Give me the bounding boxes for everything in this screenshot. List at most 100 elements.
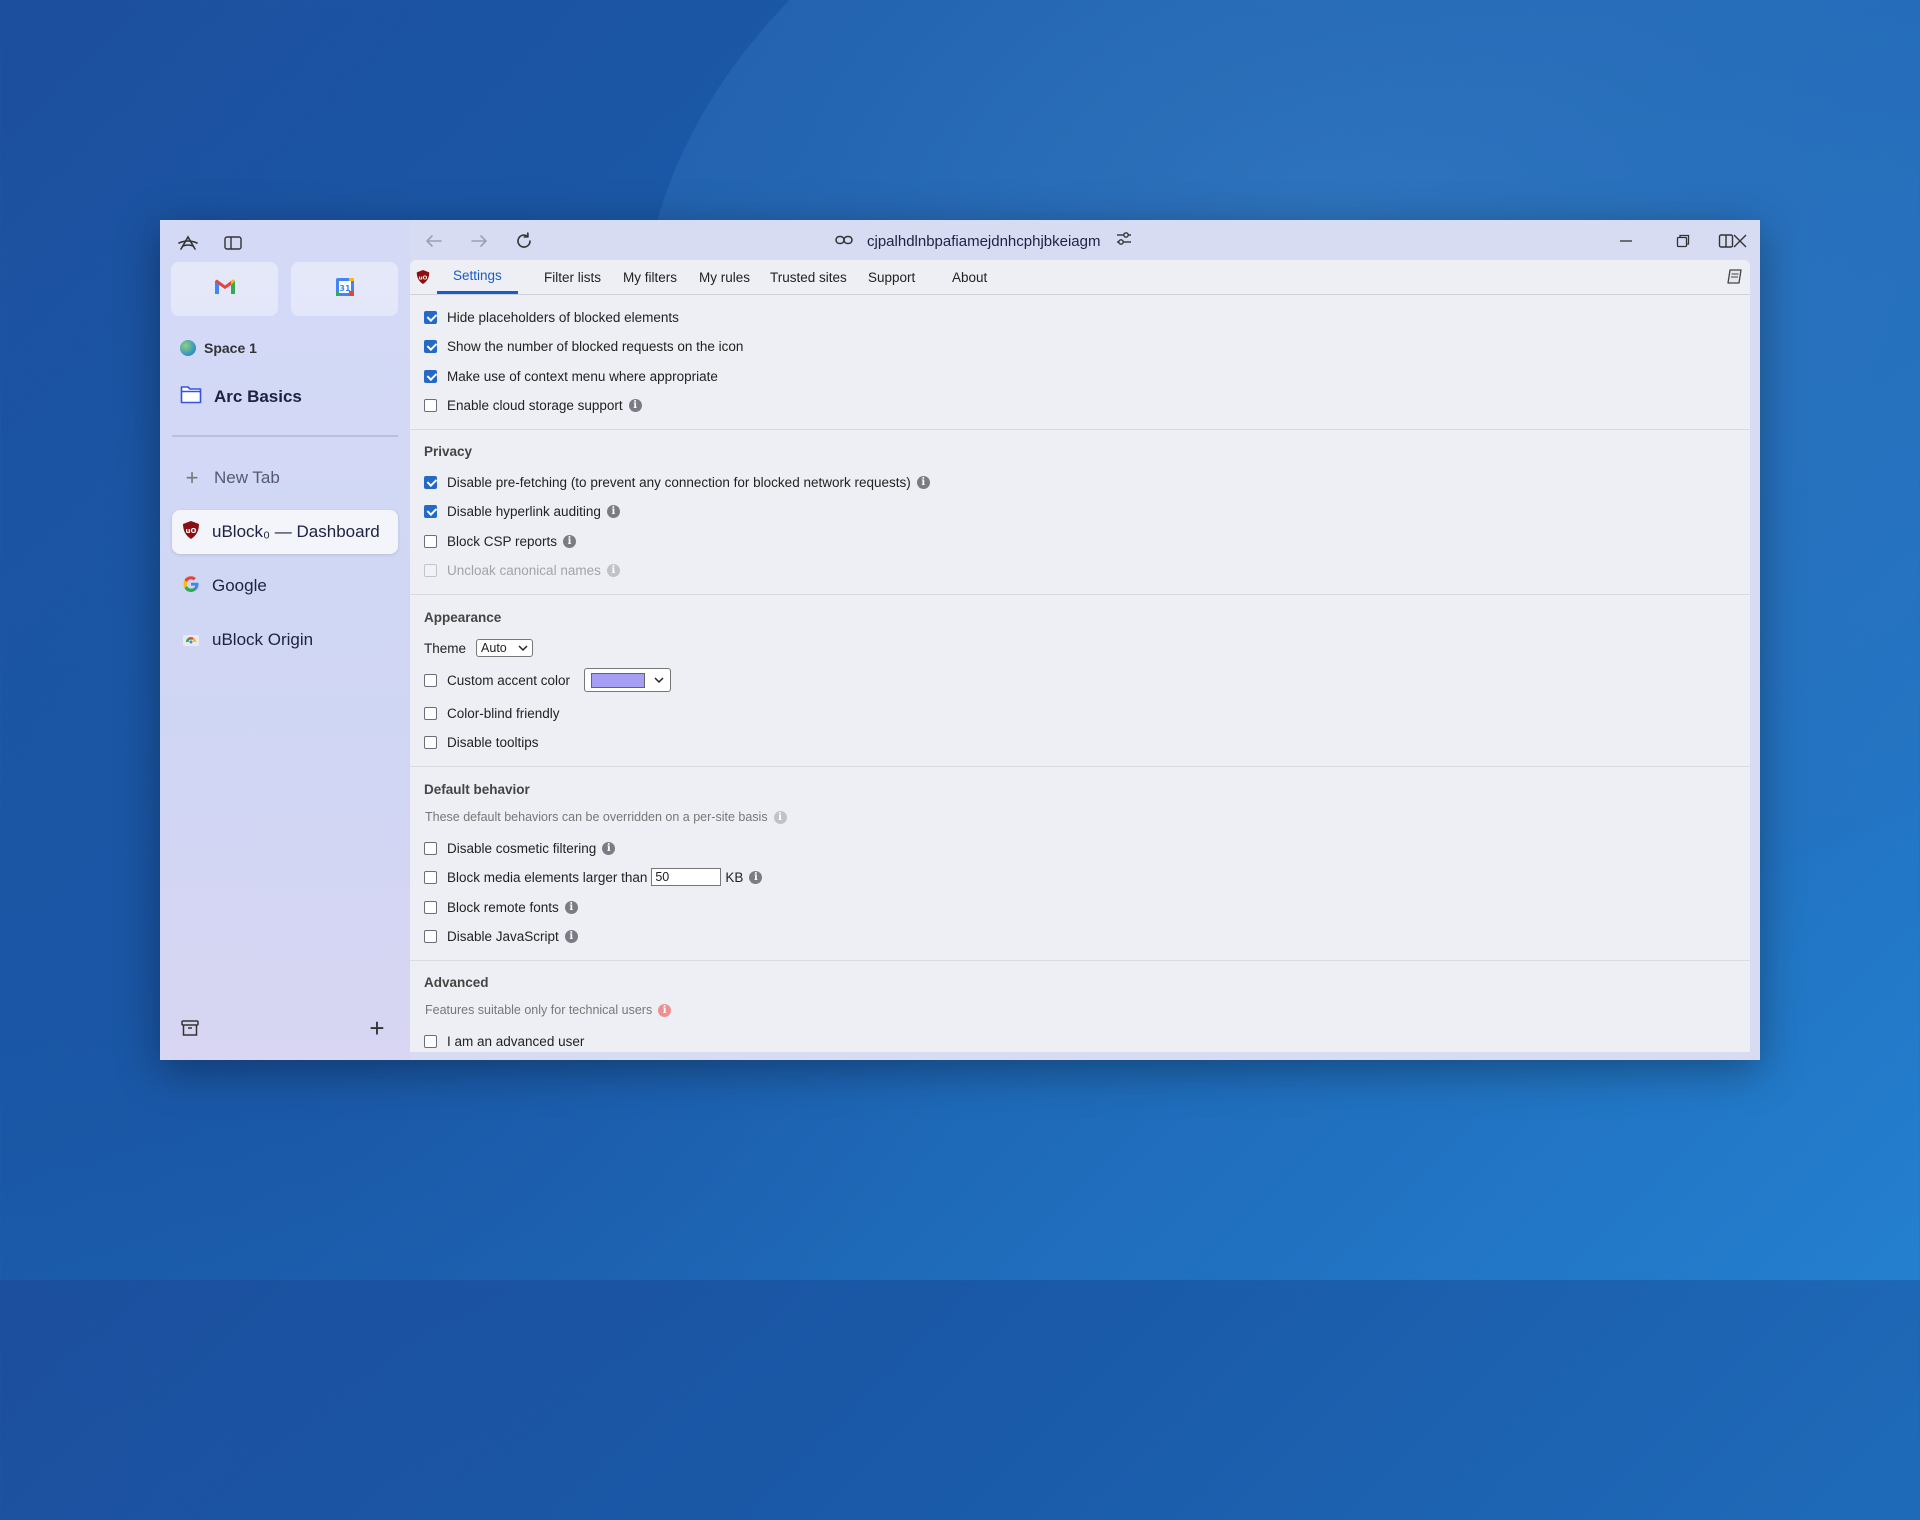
- checkbox[interactable]: [424, 1034, 437, 1048]
- setting-color-blind[interactable]: Color-blind friendly: [424, 703, 560, 723]
- favorite-gmail[interactable]: [171, 262, 278, 316]
- tab-filter-lists[interactable]: Filter lists: [528, 260, 617, 294]
- manual-book-icon[interactable]: [1726, 268, 1744, 291]
- info-icon[interactable]: i: [749, 870, 763, 884]
- folder-icon: [180, 384, 202, 409]
- tab-trusted-sites[interactable]: Trusted sites: [754, 260, 863, 294]
- space-label[interactable]: Space 1: [180, 340, 257, 356]
- setting-cloud-storage[interactable]: Enable cloud storage support i: [424, 395, 642, 415]
- setting-disable-cosmetic[interactable]: Disable cosmetic filtering i: [424, 838, 616, 858]
- checkbox[interactable]: [424, 310, 437, 324]
- ublock-logo-icon: uO: [416, 269, 430, 290]
- restore-icon[interactable]: [1671, 229, 1695, 253]
- default-behavior-heading: Default behavior: [424, 782, 530, 797]
- setting-disable-hyperlink-auditing[interactable]: Disable hyperlink auditing i: [424, 501, 620, 521]
- checkbox[interactable]: [424, 870, 437, 884]
- setting-show-blocked-count[interactable]: Show the number of blocked requests on t…: [424, 336, 743, 356]
- archive-icon[interactable]: [177, 1015, 203, 1041]
- checkbox[interactable]: [424, 673, 437, 687]
- site-settings-icon[interactable]: [1115, 231, 1133, 251]
- info-icon[interactable]: i: [628, 398, 642, 412]
- dashboard-content: uO Settings Filter lists My filters My r…: [410, 260, 1750, 1052]
- info-icon[interactable]: i: [773, 810, 787, 824]
- tab-settings[interactable]: Settings: [437, 260, 518, 294]
- checkbox[interactable]: [424, 339, 437, 353]
- media-size-input[interactable]: 50: [651, 868, 722, 886]
- close-icon[interactable]: [1728, 229, 1752, 253]
- toggle-sidebar-icon[interactable]: [220, 230, 246, 256]
- default-behavior-note: These default behaviors can be overridde…: [425, 810, 787, 824]
- gmail-icon: [214, 278, 236, 300]
- tab-support[interactable]: Support: [852, 260, 931, 294]
- checkbox[interactable]: [424, 841, 437, 855]
- reload-icon[interactable]: [512, 229, 536, 253]
- svg-text:uO: uO: [186, 527, 197, 535]
- minimize-icon[interactable]: [1614, 229, 1638, 253]
- checkbox[interactable]: [424, 534, 437, 548]
- info-icon[interactable]: i: [563, 534, 577, 548]
- favorite-calendar[interactable]: 31: [291, 262, 398, 316]
- info-icon[interactable]: i: [564, 900, 578, 914]
- back-arrow-icon[interactable]: [422, 229, 446, 253]
- add-plus-icon[interactable]: +: [364, 1013, 390, 1043]
- accent-color-picker[interactable]: [584, 668, 672, 692]
- section-divider: [410, 960, 1750, 961]
- ublock-shield-icon: uO: [182, 520, 200, 545]
- checkbox[interactable]: [424, 398, 437, 412]
- checkbox[interactable]: [424, 735, 437, 749]
- checkbox[interactable]: [424, 475, 437, 489]
- theme-select[interactable]: Auto: [476, 639, 534, 657]
- chevron-down-icon: [518, 644, 528, 651]
- appearance-heading: Appearance: [424, 610, 502, 625]
- setting-disable-javascript[interactable]: Disable JavaScript i: [424, 926, 578, 946]
- chrome-web-store-icon: [182, 629, 200, 652]
- forward-arrow-icon[interactable]: [467, 229, 491, 253]
- info-icon[interactable]: i: [606, 504, 620, 518]
- setting-disable-prefetching[interactable]: Disable pre-fetching (to prevent any con…: [424, 472, 930, 492]
- sidebar-tab-ublock-origin[interactable]: uBlock Origin: [172, 618, 398, 662]
- setting-block-media[interactable]: Block media elements larger than 50 KB i: [424, 867, 763, 887]
- sidebar-divider: [172, 435, 398, 437]
- setting-theme: Theme Auto: [424, 638, 534, 658]
- new-tab-button[interactable]: + New Tab: [172, 456, 398, 500]
- browser-window: 31 Space 1 Arc Basics + New Tab uO uBloc…: [160, 220, 1760, 1060]
- checkbox[interactable]: [424, 504, 437, 518]
- folder-arc-basics[interactable]: Arc Basics: [180, 384, 302, 409]
- info-icon[interactable]: i: [602, 841, 616, 855]
- setting-block-remote-fonts[interactable]: Block remote fonts i: [424, 897, 578, 917]
- checkbox[interactable]: [424, 900, 437, 914]
- checkbox: [424, 563, 437, 577]
- sidebar-tab-ublock-dashboard[interactable]: uO uBlock₀ — Dashboard: [172, 510, 398, 554]
- section-divider: [410, 766, 1750, 767]
- info-icon[interactable]: i: [658, 1003, 672, 1017]
- globe-icon: [180, 340, 196, 356]
- top-bar: cjpalhdlnbpafiamejdnhcphjbkeiagm: [410, 220, 1760, 260]
- setting-uncloak-canonical-names: Uncloak canonical names i: [424, 560, 620, 580]
- checkbox[interactable]: [424, 929, 437, 943]
- setting-context-menu[interactable]: Make use of context menu where appropria…: [424, 366, 718, 386]
- dashboard-tabs: uO Settings Filter lists My filters My r…: [410, 260, 1750, 295]
- info-icon[interactable]: i: [916, 475, 930, 489]
- info-icon[interactable]: i: [564, 929, 578, 943]
- url-bar[interactable]: cjpalhdlnbpafiamejdnhcphjbkeiagm: [835, 229, 1133, 253]
- advanced-note: Features suitable only for technical use…: [425, 1003, 672, 1017]
- setting-hide-placeholders[interactable]: Hide placeholders of blocked elements: [424, 307, 679, 327]
- tab-my-filters[interactable]: My filters: [607, 260, 693, 294]
- advanced-heading: Advanced: [424, 975, 489, 990]
- sidebar: 31 Space 1 Arc Basics + New Tab uO uBloc…: [160, 220, 410, 1060]
- link-icon: [835, 233, 853, 250]
- plus-icon: +: [185, 465, 199, 490]
- info-icon[interactable]: i: [606, 563, 620, 577]
- arc-logo-icon[interactable]: [175, 230, 201, 256]
- google-calendar-icon: 31: [335, 277, 355, 302]
- section-divider: [410, 429, 1750, 430]
- setting-advanced-user[interactable]: I am an advanced user: [424, 1031, 584, 1051]
- setting-disable-tooltips[interactable]: Disable tooltips: [424, 732, 539, 752]
- setting-block-csp-reports[interactable]: Block CSP reports i: [424, 531, 577, 551]
- privacy-heading: Privacy: [424, 444, 473, 459]
- setting-custom-accent[interactable]: Custom accent color: [424, 668, 672, 692]
- checkbox[interactable]: [424, 369, 437, 383]
- sidebar-tab-google[interactable]: Google: [172, 564, 398, 608]
- checkbox[interactable]: [424, 706, 437, 720]
- tab-about[interactable]: About: [936, 260, 1003, 294]
